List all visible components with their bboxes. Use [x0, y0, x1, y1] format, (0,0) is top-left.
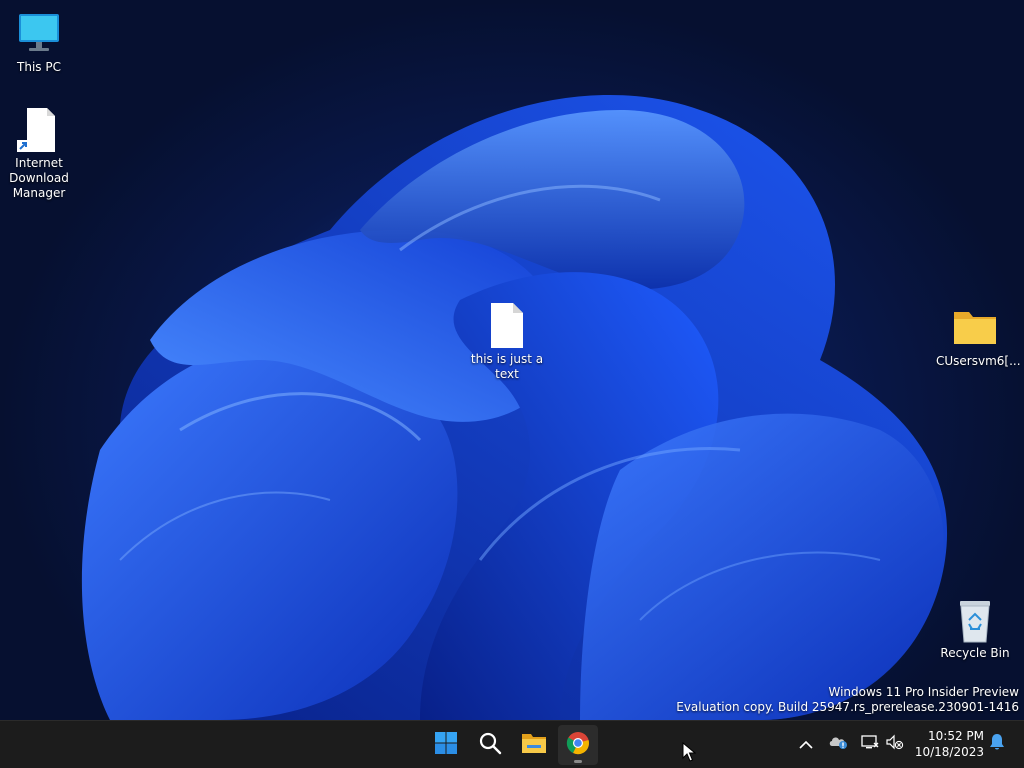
desktop-icon-label: This PC [17, 60, 61, 74]
clock-date: 10/18/2023 [914, 745, 984, 759]
watermark-build: Evaluation copy. Build 25947.rs_prerelea… [676, 700, 1019, 714]
network-icon [861, 734, 879, 754]
watermark-edition: Windows 11 Pro Insider Preview [828, 685, 1019, 699]
show-hidden-icons-button[interactable] [795, 733, 817, 755]
monitor-icon [15, 10, 63, 58]
network-tray-button[interactable] [859, 733, 881, 755]
desktop-icon-folder[interactable]: CUsersvm6[... [936, 304, 1021, 369]
start-button[interactable] [426, 725, 466, 765]
desktop-icon-this-pc[interactable]: This PC [0, 10, 78, 75]
desktop-icon-label: this is just a text [470, 352, 544, 381]
chrome-button[interactable] [558, 725, 598, 765]
onedrive-icon [828, 734, 848, 754]
desktop[interactable]: This PC Internet Download Manager this i… [0, 0, 1024, 720]
chrome-icon [566, 731, 590, 759]
desktop-icon-label: CUsersvm6[... [936, 354, 1021, 368]
clock-time: 10:52 PM [928, 729, 984, 743]
search-icon [478, 731, 502, 759]
desktop-icon-label: Recycle Bin [940, 646, 1010, 660]
windows-start-icon [434, 731, 458, 759]
mouse-cursor [682, 741, 697, 766]
desktop-icon-label: Internet Download Manager [9, 156, 69, 200]
taskbar-clock[interactable]: 10:52 PM 10/18/2023 [904, 728, 984, 760]
text-file-icon [483, 302, 531, 350]
search-button[interactable] [470, 725, 510, 765]
chevron-up-icon [799, 735, 813, 754]
desktop-icon-internet-download-manager[interactable]: Internet Download Manager [0, 106, 78, 201]
desktop-icon-recycle-bin[interactable]: Recycle Bin [936, 596, 1014, 661]
volume-muted-icon [886, 734, 904, 754]
notification-bell-icon [989, 733, 1005, 755]
desktop-icon-text-file[interactable]: this is just a text [468, 302, 546, 382]
windows-evaluation-watermark: Windows 11 Pro Insider Preview Evaluatio… [676, 685, 1019, 715]
onedrive-tray-button[interactable] [827, 733, 849, 755]
file-explorer-icon [521, 731, 547, 759]
file-explorer-button[interactable] [514, 725, 554, 765]
folder-icon [951, 304, 999, 352]
volume-tray-button[interactable] [884, 733, 906, 755]
shortcut-file-icon [15, 106, 63, 154]
taskbar: 10:52 PM 10/18/2023 [0, 720, 1024, 768]
notifications-button[interactable] [986, 733, 1008, 755]
recycle-bin-icon [951, 596, 999, 644]
